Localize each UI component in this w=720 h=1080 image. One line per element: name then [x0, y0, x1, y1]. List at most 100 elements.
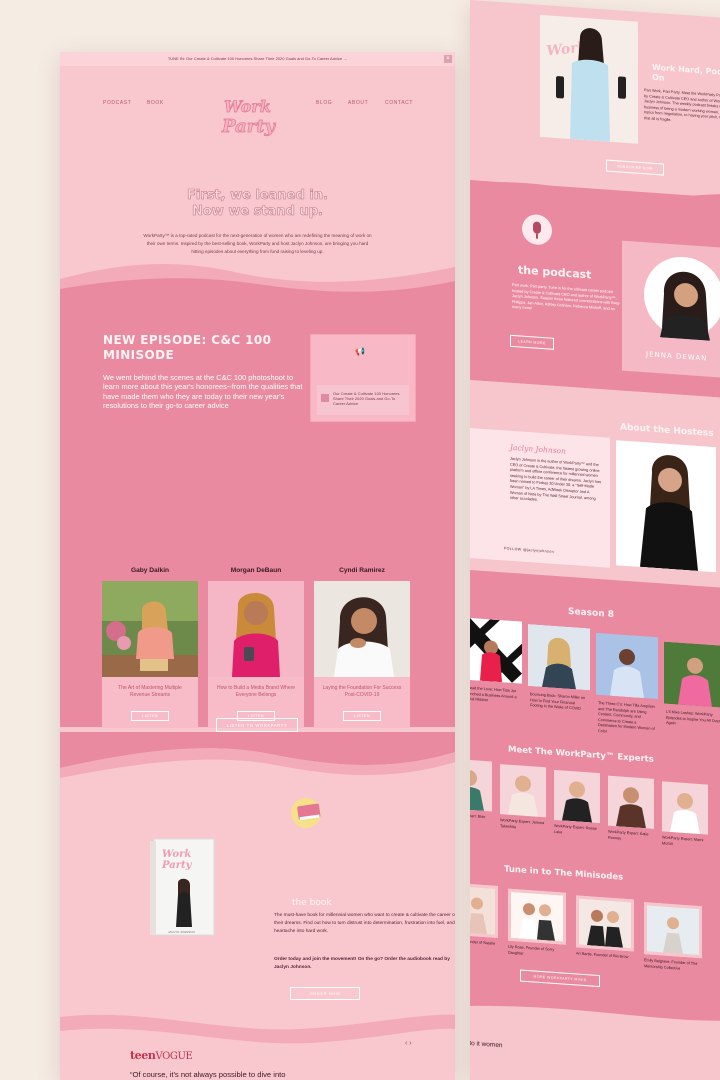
guest-episode-title[interactable]: Laying the Foundation For Success Post-C… [314, 677, 410, 698]
guest-name: Cyndi Ramirez [339, 567, 385, 574]
press-logo-bold: teen [130, 1049, 156, 1062]
guest-card[interactable]: Gaby Dalkin The Art of Mastering Multipl… [102, 567, 198, 728]
player-card[interactable]: Our Create & Cultivate 100 Honorees Shar… [317, 385, 409, 415]
hero-title-line2: Now we stand up. [191, 204, 324, 220]
work-hard-title: Work Hard, Podcast On [652, 62, 720, 83]
new-episode-text: We went behind the scenes at the C&C 100… [103, 373, 303, 411]
workparty-logo[interactable]: Work Party [218, 92, 284, 142]
minisode-title[interactable]: Ari Bartle, Founder of Bia Brow [576, 951, 634, 961]
announcement-bar[interactable]: TUNE IN: Our Create & Cultivate 100 Hono… [60, 52, 455, 66]
megaphone-icon: 📢 [355, 347, 365, 356]
more-minis-button[interactable]: MORE WORKPARTY MINIS [520, 969, 600, 988]
wave-divider [60, 732, 455, 792]
guest-episode-title[interactable]: How to Build a Media Brand Where Everyon… [208, 677, 304, 698]
minisode-title[interactable]: Emily Belgrave, Founder of The Mentorshi… [644, 958, 702, 973]
season-episode-thumb[interactable] [596, 632, 658, 700]
minisode-title[interactable]: Natalie Rose, Founder of Natalie Rose [470, 938, 498, 953]
the-podcast-text: Part work, Part party. Tune in for the u… [512, 282, 620, 311]
expert-photo[interactable] [500, 764, 546, 818]
episode-player[interactable]: 📢 Our Create & Cultivate 100 Honorees Sh… [310, 334, 416, 422]
announcement-text[interactable]: TUNE IN: Our Create & Cultivate 100 Hono… [168, 56, 347, 61]
bottom-quote-section: “Listen to it women [470, 994, 720, 1080]
expert-name[interactable]: WorkParty Expert: Jemma Takeshita [500, 818, 546, 832]
expert-photo[interactable] [662, 781, 708, 835]
listen-to-workparty-button[interactable]: LISTEN TO WORKPARTY [216, 718, 298, 732]
svg-text:Work: Work [162, 849, 191, 860]
host-photo: Work [540, 14, 638, 144]
minisode-title[interactable]: Lily Rose, Founder of Sorry Daughter [508, 945, 566, 960]
press-logo-rest: VOGUE [155, 1051, 193, 1062]
book-section-title: the book [292, 898, 332, 908]
featured-guest-name: JENNA DEWAN [646, 350, 708, 363]
expert-name[interactable]: WorkParty Expert: Blair Decembrele [470, 812, 492, 826]
svg-text:Work: Work [224, 97, 271, 116]
about-hostess-title: About the Hostess [620, 422, 714, 440]
microphone-icon [522, 213, 552, 246]
nav-link-book[interactable]: BOOK [147, 100, 164, 106]
season-episode-thumb[interactable] [664, 641, 720, 708]
about-hostess-section: About the Hostess Jaclyn Johnson Jaclyn … [470, 380, 720, 590]
season-episode-thumb[interactable] [470, 617, 522, 684]
listen-button[interactable]: LISTEN [343, 711, 381, 721]
guest-name: Gaby Dalkin [130, 567, 170, 574]
season-episode-title[interactable]: L'il Mixe Lashes: WorkParty Episodes to … [666, 710, 720, 731]
guest-card[interactable]: Cyndi Ramirez Laying the Foundation For … [314, 567, 410, 728]
follow-handle[interactable]: FOLLOW @jaclynjohnson [504, 546, 554, 553]
book-icon [291, 798, 321, 828]
nav-link-blog[interactable]: BLOG [316, 100, 332, 106]
wave-divider [60, 1014, 455, 1057]
press-carousel-nav[interactable]: ‹ › [405, 1040, 412, 1047]
homepage-mockup: TUNE IN: Our Create & Cultivate 100 Hono… [60, 52, 455, 1080]
featured-guest-photo [644, 256, 720, 341]
the-podcast-title: the podcast [518, 263, 592, 282]
season-episode-thumb[interactable] [528, 624, 590, 691]
bottom-quote: “Listen to it women [470, 1038, 503, 1050]
season-title: Season 8 [568, 606, 615, 621]
learn-more-button[interactable]: LEARN MORE [510, 334, 554, 350]
the-podcast-section: the podcast Part work, Part party. Tune … [470, 180, 720, 400]
close-icon[interactable]: × [444, 55, 452, 63]
guest-caption: Laying the Foundation For Success Post-C… [314, 677, 410, 728]
season-episode-title[interactable]: The Three C's: How Tilla Ampiloin and Th… [598, 701, 656, 739]
expert-photo[interactable] [554, 769, 600, 824]
expert-name[interactable]: WorkParty Expert: Reese Lake [554, 824, 600, 838]
hostess-bio-card: Jaclyn Johnson Jaclyn Johnson is the aut… [470, 428, 610, 568]
featured-guest-card[interactable]: JENNA DEWAN [622, 240, 720, 380]
season-episode-title[interactable]: Spread the Love: How Tata Jar Launched a… [470, 686, 522, 707]
nav-link-podcast[interactable]: PODCAST [103, 100, 131, 106]
svg-text:Party: Party [161, 860, 193, 871]
hero-title: First, we leaned in. Now we stand up. [60, 188, 455, 220]
svg-text:Party: Party [221, 116, 277, 137]
book-cover-image[interactable]: Work Party JACLYN JOHNSON [148, 837, 218, 937]
expert-photo[interactable] [608, 775, 654, 829]
hostess-photo [616, 440, 716, 573]
minisode-thumb[interactable] [470, 881, 498, 938]
listen-button[interactable]: LISTEN [131, 711, 169, 721]
guest-card[interactable]: Morgan DeBaun How to Build a Media Brand… [208, 567, 304, 728]
play-icon[interactable] [321, 394, 329, 402]
svg-text:JACLYN JOHNSON: JACLYN JOHNSON [168, 930, 195, 934]
press-quote: “Of course, it's not always possible to … [130, 1070, 286, 1079]
hero-title-line1: First, we leaned in. [186, 188, 329, 204]
hostess-name: Jaclyn Johnson [510, 442, 566, 456]
guest-photo [314, 581, 410, 677]
minisode-thumb[interactable] [644, 902, 702, 959]
guest-photo [102, 581, 198, 677]
minisode-thumb[interactable] [576, 895, 634, 952]
nav-link-about[interactable]: ABOUT [348, 100, 368, 106]
book-description: The must-have book for millennial women … [274, 913, 455, 934]
guest-photo [208, 581, 304, 677]
expert-name[interactable]: WorkParty Expert: Marni McGill [662, 835, 708, 849]
expert-photo[interactable] [470, 758, 492, 812]
guest-caption: The Art of Mastering Multiple Revenue St… [102, 677, 198, 728]
subscribe-now-button[interactable]: SUBSCRIBE NOW [606, 159, 664, 176]
guest-episode-title[interactable]: The Art of Mastering Multiple Revenue St… [102, 677, 198, 698]
book-order-text: Order today and join the movement! On th… [274, 957, 450, 970]
nav-link-contact[interactable]: CONTACT [385, 100, 413, 106]
season-episode-title[interactable]: Bouncing Back: Sharon Miller on How to F… [530, 692, 588, 713]
order-now-button[interactable]: ORDER NOW [290, 987, 360, 1000]
hostess-bio: Jaclyn Johnson is the author of WorkPart… [510, 456, 601, 502]
expert-name[interactable]: WorkParty Expert: Katie Rooney [608, 830, 654, 844]
work-hard-text: Part Work, Part Party. Meet the WorkPart… [644, 88, 720, 123]
minisode-thumb[interactable] [508, 888, 566, 945]
